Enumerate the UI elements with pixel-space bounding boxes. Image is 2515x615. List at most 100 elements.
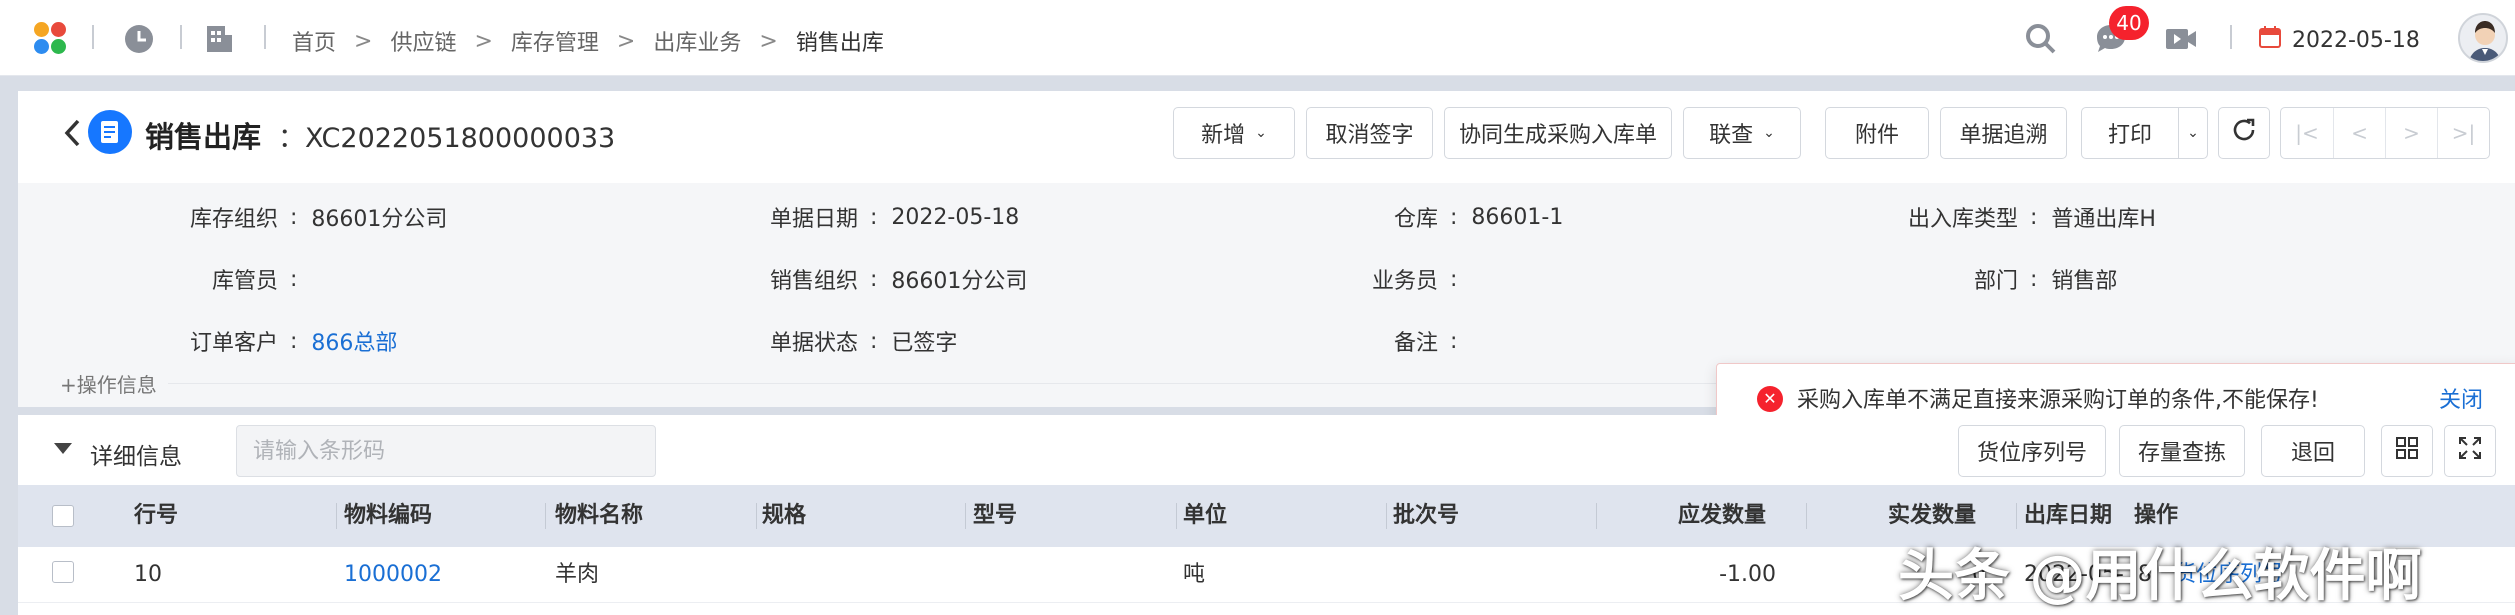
col-qty-due: 应发数量 bbox=[1677, 503, 1766, 528]
building-icon[interactable] bbox=[202, 22, 236, 56]
video-icon[interactable] bbox=[2164, 22, 2198, 56]
collapse-caret-icon[interactable] bbox=[54, 443, 72, 454]
chevron-down-icon: ⌄ bbox=[1763, 125, 1775, 141]
linked-query-label: 联查 bbox=[1709, 123, 1754, 148]
return-button[interactable]: 退回 bbox=[2261, 425, 2365, 477]
col-model: 型号 bbox=[973, 503, 1018, 528]
column-divider bbox=[1596, 503, 1597, 529]
col-batch: 批次号 bbox=[1393, 503, 1460, 528]
generate-purchase-receipt-button[interactable]: 协同生成采购入库单 bbox=[1444, 107, 1672, 159]
chevron-right-icon: > bbox=[616, 28, 636, 54]
column-divider bbox=[756, 503, 757, 529]
grid-view-button[interactable] bbox=[2381, 425, 2433, 477]
colon: : bbox=[870, 204, 878, 230]
divider bbox=[180, 25, 182, 49]
cell-qty-due: -1.00 bbox=[1719, 562, 1776, 587]
breadcrumb-inventory[interactable]: 库存管理 bbox=[511, 25, 599, 57]
field-doc-status: 单据状态: 已签字 bbox=[708, 325, 957, 357]
print-label: 打印 bbox=[2107, 123, 2152, 148]
field-doc-date: 单据日期:2022-05-18 bbox=[708, 201, 1019, 233]
field-value[interactable]: 86601分公司 bbox=[891, 263, 1027, 295]
fullscreen-icon bbox=[2458, 436, 2482, 466]
clock-icon[interactable] bbox=[122, 22, 156, 56]
field-label: 业务员 bbox=[1371, 269, 1438, 294]
column-divider bbox=[1806, 503, 1807, 529]
next-record-icon[interactable]: > bbox=[2385, 108, 2437, 158]
field-stock-keeper: 库管员: bbox=[128, 263, 311, 295]
last-record-icon[interactable]: >| bbox=[2437, 108, 2489, 158]
field-value[interactable]: 2022-05-18 bbox=[891, 205, 1019, 230]
stock-pick-button[interactable]: 存量查拣 bbox=[2119, 425, 2245, 477]
field-label: 仓库 bbox=[1393, 207, 1438, 232]
field-stock-org: 库存组织:86601分公司 bbox=[128, 201, 447, 233]
barcode-input[interactable] bbox=[236, 425, 656, 477]
refresh-button[interactable] bbox=[2218, 107, 2270, 159]
field-warehouse: 仓库:86601-1 bbox=[1288, 201, 1563, 233]
col-line-no: 行号 bbox=[134, 503, 179, 528]
field-label: 单据日期 bbox=[769, 207, 858, 232]
column-divider bbox=[965, 503, 966, 529]
cell-material-code[interactable]: 1000002 bbox=[344, 547, 442, 603]
field-label: 备注 bbox=[1393, 331, 1438, 356]
field-label: 库存组织 bbox=[189, 207, 278, 232]
operation-info-toggle[interactable]: +操作信息 bbox=[60, 369, 157, 398]
chevron-right-icon: > bbox=[474, 28, 493, 54]
breadcrumb-home[interactable]: 首页 bbox=[292, 25, 336, 57]
divider bbox=[2230, 25, 2232, 49]
print-button[interactable]: 打印 bbox=[2081, 107, 2179, 159]
add-button-label: 新增 bbox=[1201, 123, 1246, 148]
refresh-icon bbox=[2230, 116, 2258, 150]
column-divider bbox=[336, 503, 337, 529]
toast-message: 采购入库单不满足直接来源采购订单的条件,不能保存! bbox=[1797, 388, 2319, 413]
row-checkbox[interactable] bbox=[52, 561, 74, 583]
breadcrumb-supply-chain[interactable]: 供应链 bbox=[390, 25, 456, 57]
cell-line-no: 10 bbox=[134, 562, 162, 587]
trace-label: 单据追溯 bbox=[1959, 123, 2048, 148]
print-dropdown-button[interactable]: ⌄ bbox=[2178, 107, 2208, 159]
prev-record-icon[interactable]: < bbox=[2333, 108, 2385, 158]
location-serial-label: 货位序列号 bbox=[1976, 441, 2087, 466]
calendar-icon bbox=[2258, 25, 2282, 55]
trace-button[interactable]: 单据追溯 bbox=[1940, 107, 2067, 159]
breadcrumb: 首页 > 供应链 > 库存管理 > 出库业务 > 销售出库 bbox=[292, 25, 884, 57]
field-value-link[interactable]: 866总部 bbox=[311, 325, 397, 357]
detail-title: 详细信息 bbox=[90, 444, 182, 470]
cancel-sign-label: 取消签字 bbox=[1325, 123, 1414, 148]
colon: : bbox=[870, 328, 878, 354]
field-salesperson: 业务员: bbox=[1288, 263, 1471, 295]
attachment-label: 附件 bbox=[1854, 123, 1899, 148]
column-divider bbox=[545, 503, 546, 529]
field-value[interactable]: 普通出库H bbox=[2051, 201, 2156, 233]
user-avatar[interactable] bbox=[2458, 13, 2508, 63]
current-date[interactable]: 2022-05-18 bbox=[2258, 24, 2420, 56]
attachment-button[interactable]: 附件 bbox=[1825, 107, 1929, 159]
breadcrumb-outbound[interactable]: 出库业务 bbox=[653, 25, 741, 57]
generate-purchase-label: 协同生成采购入库单 bbox=[1458, 123, 1657, 148]
linked-query-button[interactable]: 联查 ⌄ bbox=[1683, 107, 1801, 159]
return-label: 退回 bbox=[2290, 441, 2335, 466]
location-serial-button[interactable]: 货位序列号 bbox=[1958, 425, 2106, 477]
select-all-checkbox[interactable] bbox=[52, 505, 74, 527]
colon: : bbox=[2030, 266, 2038, 292]
cancel-sign-button[interactable]: 取消签字 bbox=[1306, 107, 1433, 159]
app-grid-icon[interactable] bbox=[34, 22, 68, 56]
col-material-code: 物料编码 bbox=[344, 503, 433, 528]
col-spec: 规格 bbox=[762, 503, 807, 528]
field-label: 订单客户 bbox=[189, 331, 278, 356]
grid-icon bbox=[2395, 436, 2419, 466]
first-record-icon[interactable]: |< bbox=[2281, 108, 2333, 158]
search-icon[interactable] bbox=[2024, 22, 2058, 56]
date-text: 2022-05-18 bbox=[2292, 27, 2420, 53]
field-value[interactable]: 86601-1 bbox=[1471, 205, 1563, 230]
field-value[interactable]: 86601分公司 bbox=[311, 201, 447, 233]
add-button[interactable]: 新增 ⌄ bbox=[1173, 107, 1295, 159]
record-pager: |< < > >| bbox=[2280, 107, 2490, 159]
field-value[interactable]: 销售部 bbox=[2051, 263, 2117, 295]
colon: : bbox=[1450, 204, 1458, 230]
document-header-panel: 销售出库 ：XC2022051800000033 新增 ⌄ 取消签字 协同生成采购… bbox=[18, 91, 2515, 431]
toast-close-button[interactable]: 关闭 bbox=[2439, 382, 2483, 414]
field-department: 部门: 销售部 bbox=[1868, 263, 2117, 295]
fullscreen-button[interactable] bbox=[2444, 425, 2496, 477]
watermark-text: 头条 @用什么软件啊 bbox=[1898, 544, 2422, 609]
field-label: 销售组织 bbox=[769, 269, 858, 294]
